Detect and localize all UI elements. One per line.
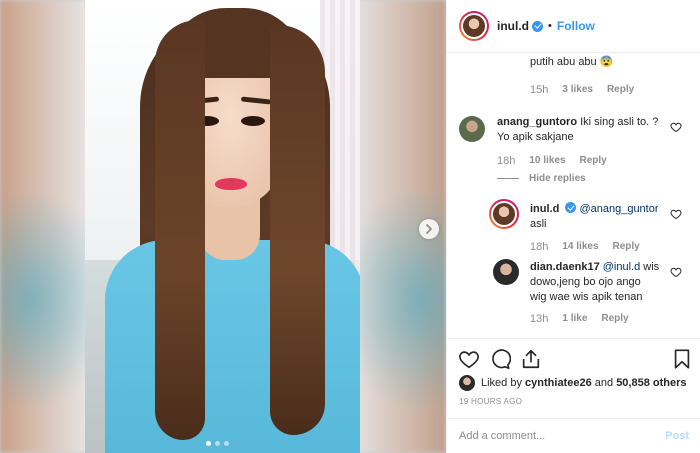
carousel-dot (224, 441, 229, 446)
comment-text: wig wae wis apik tenan (530, 291, 643, 303)
bookmark-icon[interactable] (671, 348, 693, 370)
reply-button[interactable]: Reply (607, 84, 634, 96)
comment-dian: dian.daenk17 @inul.d wis dowo,jeng bo oj… (530, 260, 670, 305)
carousel-dot (206, 441, 211, 446)
liked-by-line: Liked by cynthiatee26 and 50,858 others (459, 375, 687, 391)
carousel-dot (215, 441, 220, 446)
comments-list[interactable]: putih abu abu 😨 15h 3 likes Reply anang_… (447, 54, 700, 338)
comment-likes[interactable]: 14 likes (562, 241, 598, 253)
like-comment-heart-icon[interactable] (670, 121, 682, 133)
heart-icon[interactable] (458, 348, 480, 370)
photo-eyebrow (240, 96, 272, 105)
verified-badge-icon (565, 202, 577, 213)
verified-badge-icon (532, 20, 543, 32)
comment-text: wis (643, 261, 660, 273)
comment-time[interactable]: 13h (530, 313, 548, 325)
liked-by-and: and (594, 377, 614, 389)
comment-mention[interactable]: @anang_guntoro (579, 203, 658, 215)
comment-text: dowo,jeng bo ojo ango (530, 276, 641, 288)
avatar[interactable] (493, 259, 519, 285)
like-comment-heart-icon[interactable] (670, 266, 682, 278)
share-icon[interactable] (520, 348, 542, 370)
post-photo[interactable] (85, 0, 360, 453)
liked-by-prefix: Liked by (481, 377, 522, 389)
comment-meta: 15h 3 likes Reply (530, 84, 634, 96)
reply-button[interactable]: Reply (613, 241, 640, 253)
comment-text: Iki sing asli to. ? (580, 116, 659, 128)
add-comment-input[interactable] (459, 430, 639, 442)
avatar[interactable] (489, 199, 519, 229)
comment-text: Yo apik sakjane (497, 131, 574, 143)
comment-inul-reply: inul.d @anang_guntoro asli (530, 202, 670, 232)
comment-time[interactable]: 15h (530, 84, 548, 96)
comment-likes[interactable]: 10 likes (529, 155, 565, 167)
comment-text: asli (530, 218, 547, 230)
like-comment-heart-icon[interactable] (670, 208, 682, 220)
reply-button[interactable]: Reply (580, 155, 607, 167)
comment-bubble-icon[interactable] (489, 348, 511, 370)
post-photo-area (0, 0, 446, 453)
comment-meta: 18h 14 likes Reply (530, 241, 640, 253)
carousel-indicator (206, 441, 229, 446)
hide-replies-button[interactable]: Hide replies (497, 173, 586, 184)
comment-text: putih abu abu 😨 (530, 56, 614, 68)
avatar[interactable] (459, 116, 485, 142)
comment-time[interactable]: 18h (497, 155, 515, 167)
comment-likes[interactable]: 1 like (562, 313, 587, 325)
post-timestamp[interactable]: 19 HOURS AGO (459, 397, 522, 406)
photo-hair-right (270, 25, 325, 435)
post-comment-button[interactable]: Post (665, 430, 689, 442)
avatar[interactable] (459, 375, 475, 391)
comment-mention[interactable]: @inul.d (603, 261, 640, 273)
post-username[interactable]: inul.d (497, 19, 529, 33)
post-actions-bar (447, 338, 700, 378)
post-side-panel: inul.d • Follow putih abu abu 😨 15h 3 li… (446, 0, 700, 453)
comment-username[interactable]: inul.d (530, 203, 559, 215)
follow-button[interactable]: Follow (557, 19, 595, 33)
post-header: inul.d • Follow (447, 0, 700, 53)
comment-composer: Post (447, 418, 700, 453)
liked-by-count[interactable]: 50,858 others (616, 377, 686, 389)
comment-time[interactable]: 18h (530, 241, 548, 253)
reply-button[interactable]: Reply (601, 313, 628, 325)
photo-lips (215, 178, 247, 190)
comment-meta: 18h 10 likes Reply (497, 155, 607, 167)
comment-username[interactable]: anang_guntoro (497, 116, 577, 128)
comment-likes[interactable]: 3 likes (562, 84, 593, 96)
comment-username[interactable]: dian.daenk17 (530, 261, 600, 273)
next-slide-button[interactable] (419, 219, 439, 239)
comment-anang: anang_guntoro Iki sing asli to. ? Yo api… (497, 115, 667, 145)
chevron-right-icon (426, 224, 433, 234)
photo-hair-left (155, 20, 205, 440)
photo-eye (241, 116, 265, 126)
comment-meta: 13h 1 like Reply (530, 313, 629, 325)
header-separator: • (548, 20, 552, 32)
liked-by-user[interactable]: cynthiatee26 (525, 377, 592, 389)
avatar[interactable] (459, 11, 489, 41)
